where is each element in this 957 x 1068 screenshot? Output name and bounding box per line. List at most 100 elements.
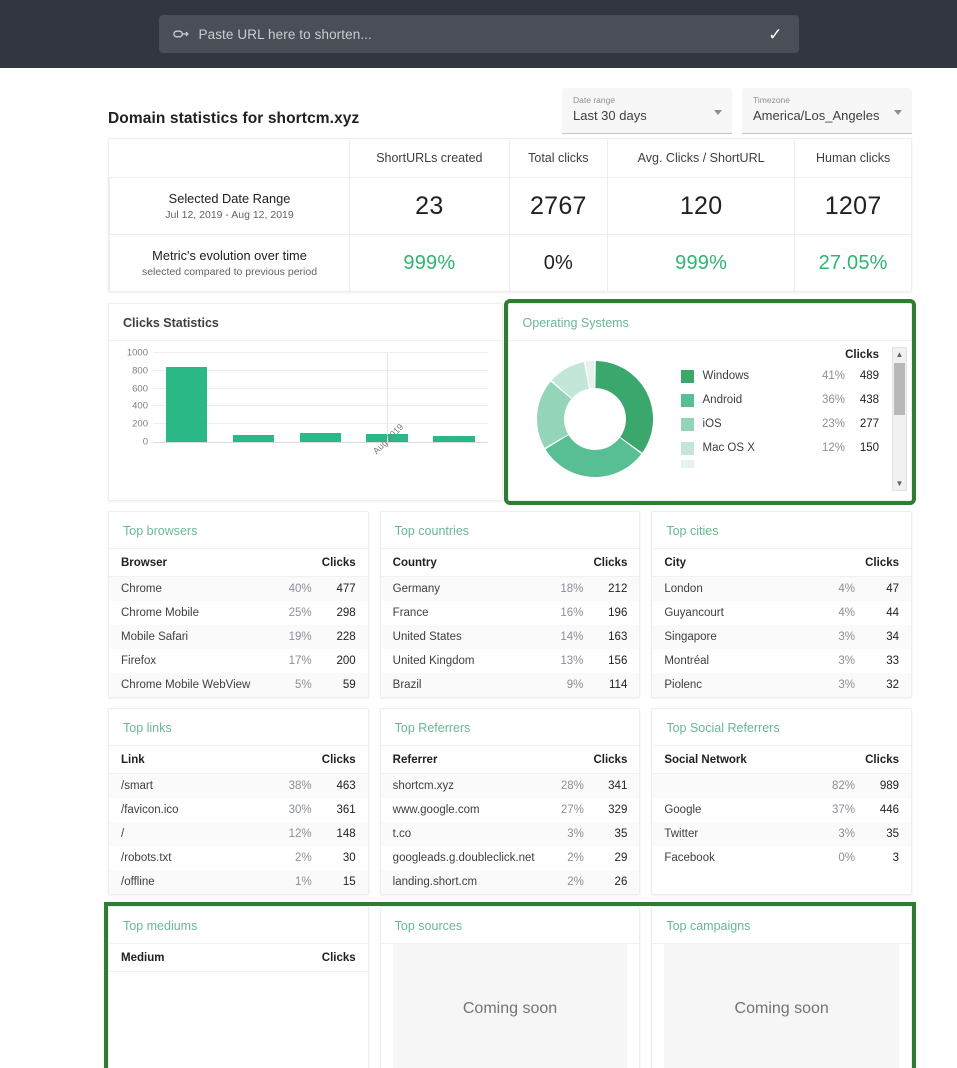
table-row[interactable]: Facebook 0% 3 [652, 846, 911, 870]
bar[interactable] [433, 436, 475, 442]
legend-label: Mac OS X [702, 442, 755, 454]
row-percent: 25% [288, 607, 312, 619]
col-header-label: City [652, 549, 814, 577]
row-percent: 12% [288, 828, 312, 840]
os-legend-row[interactable]: Android 36% 438 [680, 388, 885, 412]
col-header-clicks: Clicks [269, 746, 368, 774]
operating-systems-title: Operating Systems [508, 304, 911, 341]
row-percent: 3% [838, 655, 856, 667]
row-label: Selected Date Range [168, 191, 291, 206]
table-header-row: ShortURLs created Total clicks Avg. Clic… [109, 139, 911, 178]
row-clicks: 228 [336, 631, 356, 643]
row-clicks: 148 [336, 828, 356, 840]
url-shorten-input[interactable]: Paste URL here to shorten... ✓ [158, 15, 799, 53]
table-row[interactable]: United States 14% 163 [380, 625, 640, 649]
scrollbar-thumb[interactable] [894, 363, 905, 415]
timezone-select[interactable]: Timezone America/Los_Angeles [742, 88, 912, 134]
check-icon[interactable]: ✓ [768, 26, 784, 43]
row-sublabel: Jul 12, 2019 - Aug 12, 2019 [165, 209, 294, 221]
table-row[interactable]: Chrome Mobile WebView 5% 59 [109, 673, 368, 697]
top-browsers-title: Top browsers [109, 512, 368, 549]
row-sublabel: selected compared to previous period [141, 266, 318, 278]
date-range-value: Last 30 days [573, 108, 647, 123]
donut-segment[interactable] [594, 361, 653, 453]
scroll-down-icon[interactable]: ▼ [893, 477, 906, 490]
row-label: United States [392, 631, 462, 643]
row-clicks: 33 [886, 655, 900, 667]
scroll-up-icon[interactable]: ▲ [893, 348, 906, 361]
legend-swatch [680, 460, 694, 468]
table-row[interactable]: Google 37% 446 [652, 798, 911, 822]
top-mediums-empty-body [109, 972, 368, 1068]
os-legend-row[interactable]: iOS 23% 277 [680, 412, 885, 436]
table-row[interactable]: Montréal 3% 33 [652, 649, 911, 673]
top-mediums-card: Top mediums Medium Clicks [108, 906, 369, 1068]
charts-row: Clicks Statistics 0 200 400 600 800 1000 Aug … [108, 299, 917, 505]
table-row[interactable]: / 12% 148 [109, 822, 368, 846]
os-legend-scrollbar[interactable]: ▲ ▼ [892, 347, 907, 491]
y-axis-tick-label: 0 [142, 436, 148, 448]
legend-percent: 41% [821, 370, 845, 382]
summary-table: ShortURLs created Total clicks Avg. Clic… [108, 138, 912, 292]
os-legend-row[interactable]: Mac OS X 12% 150 [680, 436, 885, 460]
table-row[interactable]: /robots.txt 2% 30 [109, 846, 368, 870]
table-row[interactable]: t.co 3% 35 [380, 822, 640, 846]
bar-slot [153, 353, 220, 442]
row-label: / [121, 828, 125, 840]
table-row[interactable]: /smart 38% 463 [109, 773, 368, 798]
table-row[interactable]: Guyancourt 4% 44 [652, 601, 911, 625]
y-axis-tick-label: 400 [132, 400, 148, 412]
legend-swatch [680, 369, 694, 383]
summary-value-avg-clicks: 120 [606, 177, 796, 235]
row-clicks: 477 [336, 583, 356, 595]
chevron-down-icon[interactable] [714, 110, 722, 115]
table-row[interactable]: Firefox 17% 200 [109, 649, 368, 673]
row-clicks: 156 [608, 655, 628, 667]
row-label: shortcm.xyz [392, 780, 455, 792]
table-row[interactable]: /favicon.ico 30% 361 [109, 798, 368, 822]
table-row[interactable]: shortcm.xyz 28% 341 [380, 773, 640, 798]
table-row[interactable]: France 16% 196 [381, 601, 640, 625]
url-input-placeholder[interactable]: Paste URL here to shorten... [199, 27, 769, 42]
row-clicks: 34 [886, 631, 900, 643]
table-row[interactable]: Mobile Safari 19% 228 [109, 625, 368, 649]
table-row[interactable]: googleads.g.doubleclick.net 2% 29 [381, 846, 640, 870]
table-row[interactable]: Germany 18% 212 [380, 576, 640, 601]
table-row[interactable]: Singapore 3% 34 [652, 625, 912, 649]
table-row[interactable]: www.google.com 27% 329 [381, 798, 640, 822]
row-clicks: 341 [608, 780, 628, 792]
row-clicks: 446 [879, 804, 900, 816]
bar[interactable] [299, 432, 341, 442]
table-row[interactable]: landing.short.cm 2% 26 [380, 870, 640, 894]
table-row[interactable]: Brazil 9% 114 [380, 673, 640, 697]
table-row[interactable]: Chrome 40% 477 [109, 576, 368, 601]
top-sources-coming-soon: Coming soon [392, 944, 628, 1068]
date-range-select[interactable]: Date range Last 30 days [562, 88, 732, 134]
chevron-down-icon[interactable] [894, 110, 902, 115]
row-label: France [392, 607, 429, 619]
summary-col-avg-clicks: Avg. Clicks / ShortURL [606, 139, 796, 178]
table-row[interactable]: /offline 1% 15 [109, 870, 368, 894]
table-row[interactable]: Chrome Mobile 25% 298 [109, 601, 368, 625]
table-row[interactable]: London 4% 47 [652, 576, 912, 601]
row-label: London [664, 583, 703, 595]
row-label: Chrome [121, 583, 162, 595]
table-row[interactable]: Piolenc 3% 32 [652, 673, 912, 697]
table-row[interactable]: 82% 989 [652, 773, 912, 798]
row-clicks: 298 [336, 607, 356, 619]
date-range-label: Date range [573, 95, 616, 105]
row-percent: 30% [288, 804, 312, 816]
row-label: Chrome Mobile [121, 607, 199, 619]
table-row[interactable]: Twitter 3% 35 [652, 822, 912, 846]
os-legend-row[interactable]: Windows 41% 489 [680, 364, 885, 388]
top-referrers-title: Top Referrers [380, 709, 640, 746]
timezone-value: America/Los_Angeles [753, 108, 880, 123]
bar[interactable] [165, 366, 208, 442]
bar[interactable] [232, 434, 275, 442]
row-percent: 40% [288, 583, 312, 595]
os-legend-row-partial[interactable] [680, 460, 885, 468]
row-percent: 4% [838, 583, 856, 595]
top-social-referrers-card: Top Social Referrers Social Network Clic… [651, 708, 913, 895]
top-links-card: Top links Link Clicks /smart 38% 463/favic… [108, 708, 369, 895]
table-row[interactable]: United Kingdom 13% 156 [381, 649, 640, 673]
